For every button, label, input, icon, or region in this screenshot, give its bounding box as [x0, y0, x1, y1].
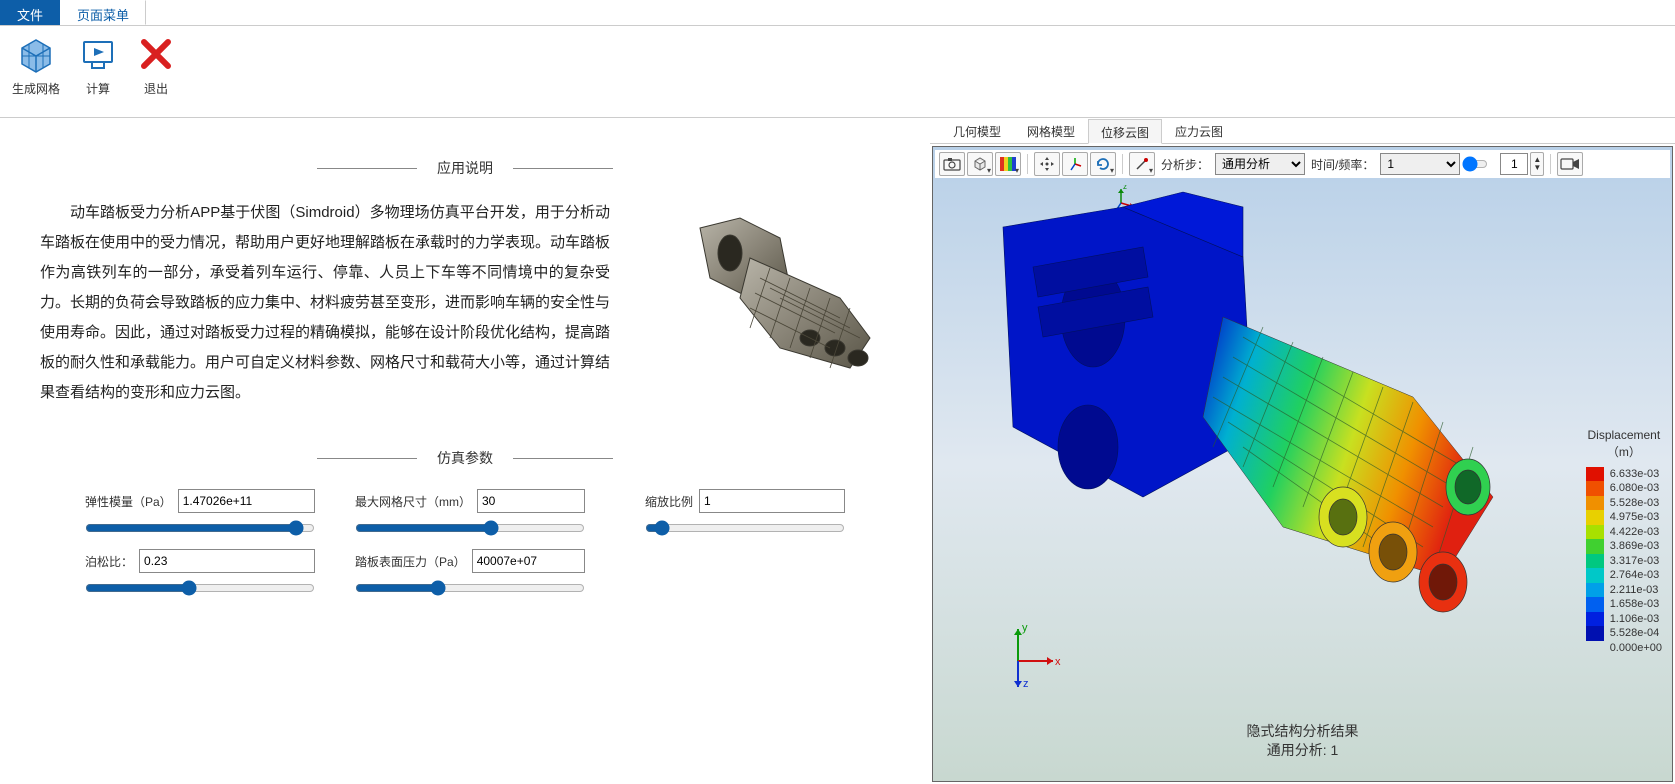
description-text: 动车踏板受力分析APP基于伏图（Simdroid）多物理场仿真平台开发，用于分析… — [40, 198, 610, 408]
tab-mesh-model[interactable]: 网格模型 — [1014, 118, 1088, 143]
mesh-size-label: 最大网格尺寸（mm） — [355, 493, 471, 510]
orientation-triad-button[interactable] — [1062, 152, 1088, 176]
close-icon — [136, 34, 176, 74]
exit-button[interactable]: 退出 — [136, 34, 176, 97]
tab-geometry[interactable]: 几何模型 — [940, 118, 1014, 143]
compute-button[interactable]: 计算 — [78, 34, 118, 97]
scale-label: 缩放比例 — [645, 493, 693, 510]
poisson-ratio-slider[interactable] — [85, 580, 315, 596]
mesh-icon — [16, 34, 56, 74]
youngs-modulus-label: 弹性模量（Pa） — [85, 493, 172, 510]
part-render-image — [630, 198, 890, 408]
svg-text:x: x — [1055, 656, 1061, 668]
analysis-step-label: 分析步： — [1161, 156, 1209, 173]
poisson-ratio-label: 泊松比： — [85, 553, 133, 570]
record-button[interactable] — [1557, 152, 1583, 176]
section-description-header: 应用说明 — [40, 158, 890, 178]
time-freq-select[interactable]: 1 — [1380, 153, 1460, 175]
pressure-label: 踏板表面压力（Pa） — [355, 553, 466, 570]
tab-file[interactable]: 文件 — [0, 0, 60, 25]
legend-value: 0.000e+00 — [1610, 641, 1662, 656]
axis-triad: y x z — [993, 621, 1063, 691]
probe-button[interactable] — [1129, 152, 1155, 176]
analysis-result-label: 隐式结构分析结果通用分析: 1 — [1247, 722, 1359, 761]
pressure-slider[interactable] — [355, 580, 585, 596]
frame-stepper[interactable]: ▲▼ — [1530, 152, 1544, 176]
viewport-3d[interactable]: 分析步： 通用分析 时间/频率： 1 ▲▼ z — [932, 146, 1673, 782]
mesh-size-slider[interactable] — [355, 520, 585, 536]
legend-value: 6.080e-03 — [1610, 481, 1662, 496]
tab-displacement[interactable]: 位移云图 — [1088, 119, 1162, 144]
screenshot-button[interactable] — [939, 152, 965, 176]
play-slider[interactable] — [1462, 156, 1498, 172]
frame-input[interactable] — [1500, 153, 1528, 175]
compute-icon — [78, 34, 118, 74]
legend-value: 5.528e-04 — [1610, 626, 1662, 641]
fea-result-model — [943, 187, 1503, 687]
generate-mesh-button[interactable]: 生成网格 — [12, 34, 60, 97]
exit-label: 退出 — [144, 80, 168, 97]
color-legend: Displacement（m） 6.633e-036.080e-035.528e… — [1586, 427, 1662, 655]
svg-text:z: z — [1023, 678, 1029, 690]
legend-value: 3.869e-03 — [1610, 539, 1662, 554]
mesh-size-input[interactable] — [477, 489, 585, 513]
analysis-step-select[interactable]: 通用分析 — [1215, 153, 1305, 175]
legend-value: 1.106e-03 — [1610, 612, 1662, 627]
legend-value: 4.975e-03 — [1610, 510, 1662, 525]
legend-value: 4.422e-03 — [1610, 525, 1662, 540]
youngs-modulus-input[interactable] — [178, 489, 315, 513]
scale-input[interactable] — [699, 489, 845, 513]
refresh-button[interactable] — [1090, 152, 1116, 176]
legend-value: 2.211e-03 — [1610, 583, 1662, 598]
scale-slider[interactable] — [645, 520, 845, 536]
youngs-modulus-slider[interactable] — [85, 520, 315, 536]
pressure-input[interactable] — [472, 549, 585, 573]
tab-page-menu[interactable]: 页面菜单 — [60, 0, 146, 25]
legend-value: 5.528e-03 — [1610, 496, 1662, 511]
pan-button[interactable] — [1034, 152, 1060, 176]
poisson-ratio-input[interactable] — [139, 549, 315, 573]
compute-label: 计算 — [86, 80, 110, 97]
generate-mesh-label: 生成网格 — [12, 80, 60, 97]
legend-value: 2.764e-03 — [1610, 568, 1662, 583]
tab-stress[interactable]: 应力云图 — [1162, 118, 1236, 143]
legend-value: 1.658e-03 — [1610, 597, 1662, 612]
time-freq-label: 时间/频率： — [1311, 156, 1374, 173]
contour-style-button[interactable] — [995, 152, 1021, 176]
legend-value: 3.317e-03 — [1610, 554, 1662, 569]
view-cube-button[interactable] — [967, 152, 993, 176]
legend-value: 6.633e-03 — [1610, 467, 1662, 482]
section-params-header: 仿真参数 — [40, 448, 890, 468]
svg-text:y: y — [1022, 622, 1028, 634]
